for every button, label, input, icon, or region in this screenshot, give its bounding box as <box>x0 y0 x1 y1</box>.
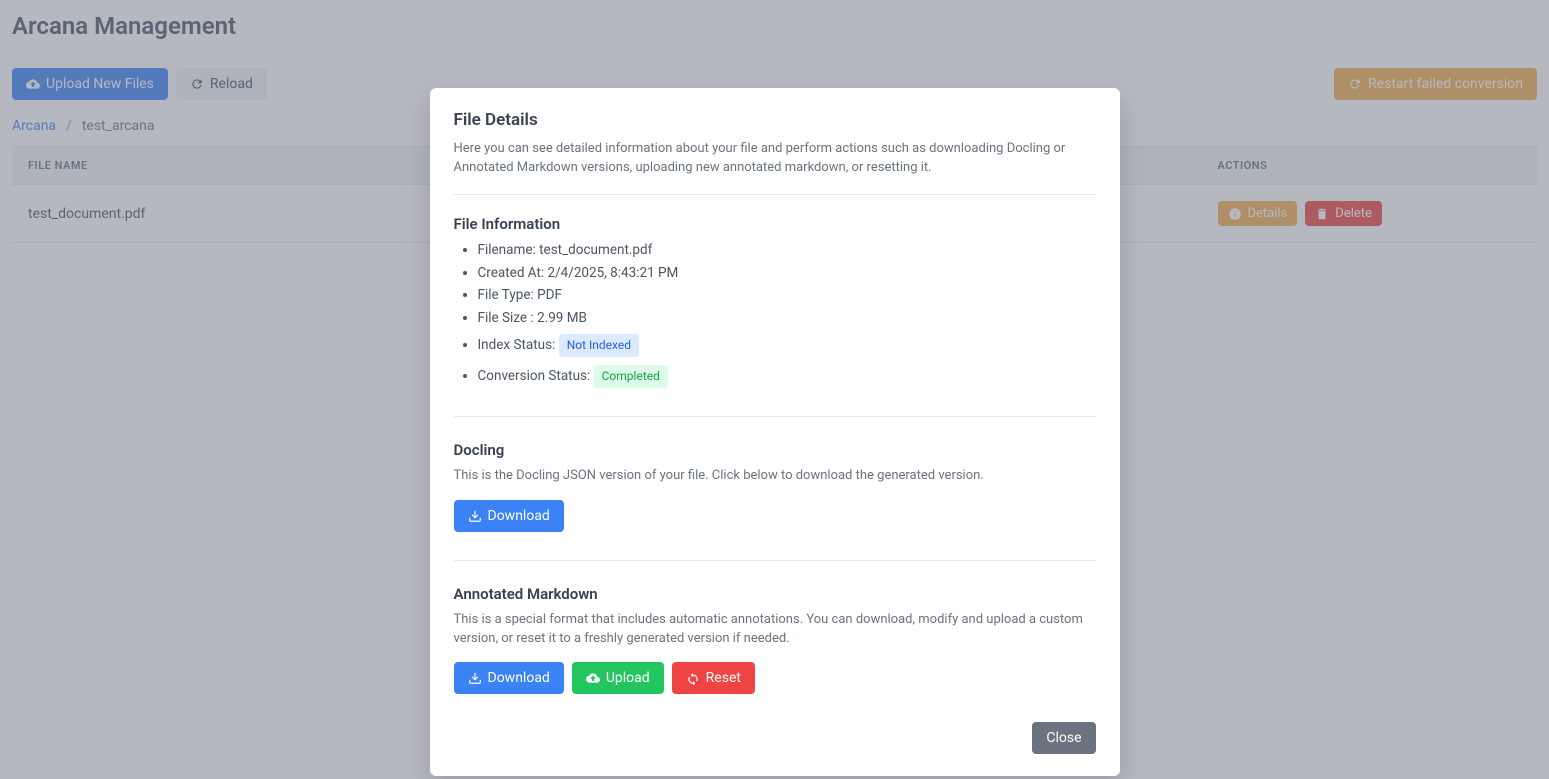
conversion-status-badge: Completed <box>594 365 668 388</box>
modal-intro: Here you can see detailed information ab… <box>454 140 1096 178</box>
created-label: Created At: <box>478 265 545 281</box>
file-information-heading: File Information <box>454 215 1096 233</box>
divider <box>454 560 1096 561</box>
info-conversion-status: Conversion Status: Completed <box>478 365 1096 388</box>
type-label: File Type: <box>478 287 534 303</box>
annotated-reset-label: Reset <box>706 670 741 686</box>
size-label: File Size : <box>478 310 534 326</box>
index-status-badge: Not Indexed <box>559 334 639 357</box>
annotated-upload-button[interactable]: Upload <box>572 662 664 694</box>
download-icon <box>468 509 482 523</box>
annotated-download-button[interactable]: Download <box>454 662 564 694</box>
docling-desc: This is the Docling JSON version of your… <box>454 467 1096 486</box>
modal-title: File Details <box>454 110 1096 130</box>
size-value: 2.99 MB <box>537 310 587 326</box>
conversion-status-label: Conversion Status: <box>478 368 591 384</box>
close-button[interactable]: Close <box>1032 722 1095 754</box>
annotated-upload-label: Upload <box>606 670 650 686</box>
docling-download-button[interactable]: Download <box>454 500 564 532</box>
type-value: PDF <box>537 287 562 303</box>
docling-heading: Docling <box>454 441 1096 459</box>
info-created: Created At: 2/4/2025, 8:43:21 PM <box>478 264 1096 283</box>
divider <box>454 416 1096 417</box>
cloud-upload-icon <box>586 671 600 685</box>
index-status-label: Index Status: <box>478 337 556 353</box>
info-size: File Size : 2.99 MB <box>478 309 1096 328</box>
info-type: File Type: PDF <box>478 286 1096 305</box>
annotated-reset-button[interactable]: Reset <box>672 662 755 694</box>
modal-overlay[interactable]: File Details Here you can see detailed i… <box>0 0 1549 779</box>
docling-download-label: Download <box>488 508 550 524</box>
info-filename: Filename: test_document.pdf <box>478 241 1096 260</box>
annotated-download-label: Download <box>488 670 550 686</box>
file-info-list: Filename: test_document.pdf Created At: … <box>454 241 1096 388</box>
divider <box>454 194 1096 195</box>
reset-icon <box>686 671 700 685</box>
download-icon <box>468 671 482 685</box>
filename-label: Filename: <box>478 242 536 258</box>
info-index-status: Index Status: Not Indexed <box>478 334 1096 357</box>
file-details-modal: File Details Here you can see detailed i… <box>430 88 1120 776</box>
created-value: 2/4/2025, 8:43:21 PM <box>548 265 679 281</box>
filename-value: test_document.pdf <box>539 242 652 258</box>
annotated-desc: This is a special format that includes a… <box>454 611 1096 649</box>
annotated-heading: Annotated Markdown <box>454 585 1096 603</box>
